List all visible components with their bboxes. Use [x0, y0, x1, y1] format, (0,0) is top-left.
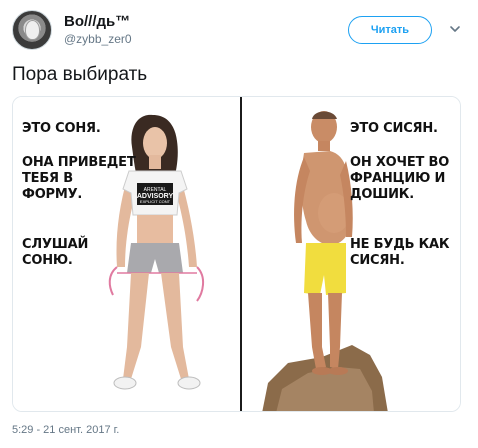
meme-text-right-1: ЭТО СИСЯН. [350, 121, 438, 136]
user-handle[interactable]: @zybb_zer0 [64, 32, 132, 46]
meme-text-right-3: НЕ БУДЬ КАК СИСЯН. [350, 237, 450, 268]
avatar-face-icon [25, 20, 40, 40]
avatar[interactable] [12, 10, 52, 50]
meme-panel-right: ЭТО СИСЯН. ОН ХОЧЕТ ВО ФРАНЦИЮ И ДОШИК. … [242, 97, 460, 411]
chevron-down-icon[interactable] [448, 22, 462, 36]
follow-button[interactable]: Читать [348, 16, 432, 44]
meme-text-left-3: СЛУШАЙ СОНЮ. [22, 237, 89, 268]
meme-text-left-1: ЭТО СОНЯ. [22, 121, 101, 136]
meme-panel-left: ARENTAL ADVISORY EXPLICIT CONT ЭТО СОНЯ.… [13, 97, 240, 411]
tweet-media-image[interactable]: ARENTAL ADVISORY EXPLICIT CONT ЭТО СОНЯ.… [12, 96, 461, 412]
tweet-text: Пора выбирать [12, 64, 148, 85]
meme-text-left-2: ОНА ПРИВЕДЕТ ТЕБЯ В ФОРМУ. [22, 155, 136, 202]
meme-text-right-2: ОН ХОЧЕТ ВО ФРАНЦИЮ И ДОШИК. [350, 155, 450, 202]
tweet-header: Bo///дь™ @zybb_zer0 Читать [12, 10, 468, 54]
display-name[interactable]: Bo///дь™ [64, 13, 130, 30]
svg-text:EXPLICIT CONT: EXPLICIT CONT [140, 199, 171, 204]
tweet-timestamp[interactable]: 5:29 - 21 сент. 2017 г. [12, 424, 119, 436]
